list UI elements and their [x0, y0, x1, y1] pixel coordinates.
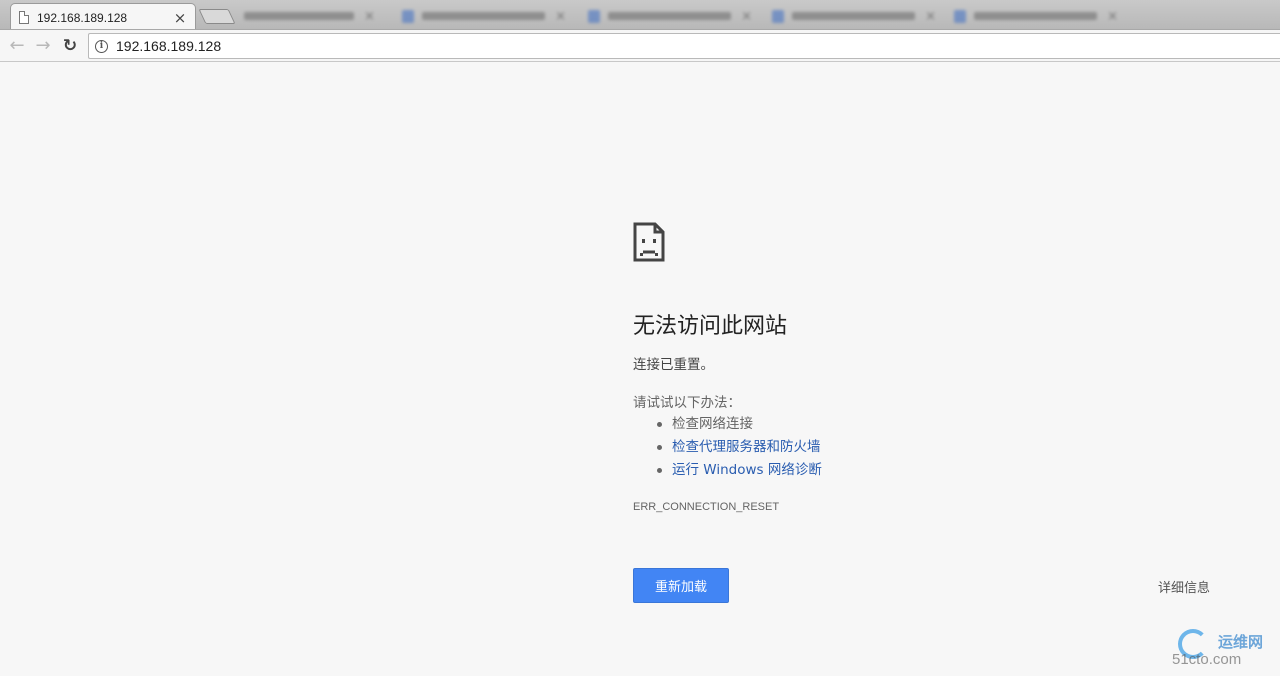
- background-tab[interactable]: ×: [764, 4, 944, 28]
- background-tab[interactable]: ×: [580, 4, 760, 28]
- details-button[interactable]: 详细信息: [1158, 577, 1210, 596]
- page-icon: [19, 11, 29, 24]
- new-tab-button[interactable]: [198, 9, 236, 24]
- tab-strip: 192.168.189.128 × × × × × ×: [0, 0, 1280, 30]
- suggestions-heading: 请试试以下办法：: [633, 395, 741, 411]
- error-code: ERR_CONNECTION_RESET: [633, 501, 780, 513]
- forward-arrow-icon[interactable]: →: [33, 36, 53, 56]
- suggestion-check-network: 检查网络连接: [633, 414, 822, 437]
- sad-page-icon: [633, 222, 665, 262]
- reload-icon[interactable]: ↻: [60, 36, 80, 56]
- error-title: 无法访问此网站: [633, 314, 788, 339]
- watermark-cn: 运维网: [1218, 633, 1264, 651]
- error-subtitle: 连接已重置。: [633, 357, 714, 373]
- address-bar[interactable]: i 192.168.189.128: [88, 33, 1280, 59]
- watermark-en: 51cto.com: [1172, 651, 1242, 668]
- suggestion-check-proxy-link[interactable]: 检查代理服务器和防火墙: [633, 437, 822, 460]
- background-tab[interactable]: ×: [236, 4, 386, 28]
- background-tab[interactable]: ×: [946, 4, 1126, 28]
- address-bar-url[interactable]: 192.168.189.128: [116, 38, 221, 54]
- tab-title: 192.168.189.128: [37, 10, 128, 25]
- info-icon[interactable]: i: [95, 39, 108, 53]
- suggestions-list: 检查网络连接 检查代理服务器和防火墙 运行 Windows 网络诊断: [633, 414, 822, 483]
- background-tab[interactable]: ×: [394, 4, 574, 28]
- close-icon[interactable]: ×: [173, 9, 187, 27]
- watermark: 运维网 51cto.com: [1172, 625, 1276, 673]
- browser-toolbar: ← → ↻ i 192.168.189.128: [0, 30, 1280, 62]
- tab-active[interactable]: 192.168.189.128 ×: [10, 3, 196, 29]
- suggestion-run-diagnostics-link[interactable]: 运行 Windows 网络诊断: [633, 460, 822, 483]
- reload-button[interactable]: 重新加载: [633, 568, 729, 603]
- back-arrow-icon[interactable]: ←: [7, 36, 27, 56]
